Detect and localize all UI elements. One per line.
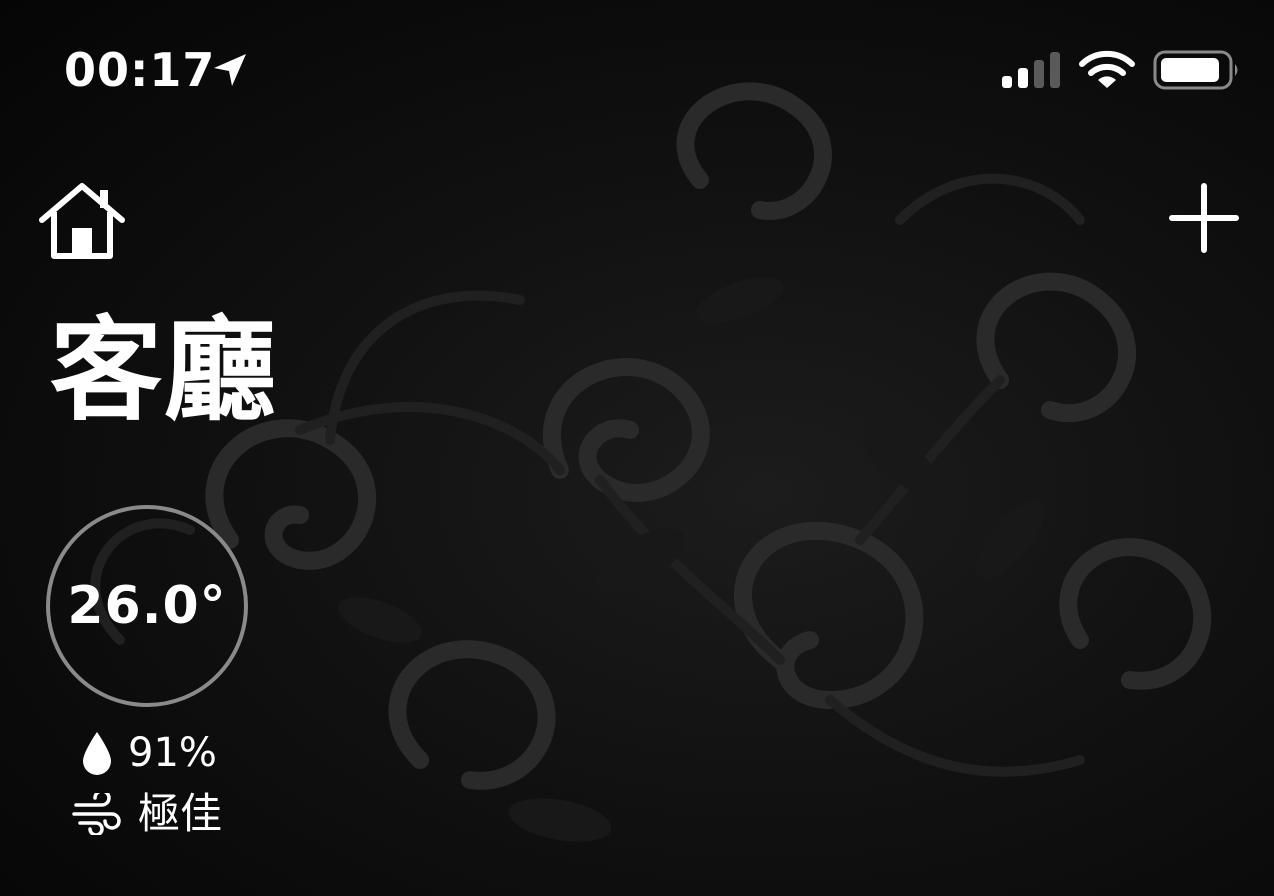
battery-icon <box>1153 50 1238 90</box>
room-title: 客廳 <box>50 306 278 436</box>
humidity-status: 91% <box>80 726 217 780</box>
plus-icon[interactable] <box>1168 182 1240 254</box>
temperature-indicator[interactable]: 26.0° <box>46 505 248 707</box>
wind-icon <box>72 793 121 835</box>
humidity-value: 91% <box>128 730 217 776</box>
air-quality-status: 極佳 <box>72 786 222 842</box>
location-arrow-icon <box>214 54 246 86</box>
home-screen: 00:17 客廳 26.0° 91% 極佳 <box>0 0 1274 896</box>
water-drop-icon <box>83 732 111 775</box>
wifi-icon <box>1079 50 1135 88</box>
home-icon[interactable] <box>36 180 128 264</box>
temperature-value: 26.0° <box>67 576 227 636</box>
status-time: 00:17 <box>64 43 216 97</box>
air-quality-value: 極佳 <box>138 789 223 838</box>
cellular-signal-icon <box>1002 52 1060 88</box>
